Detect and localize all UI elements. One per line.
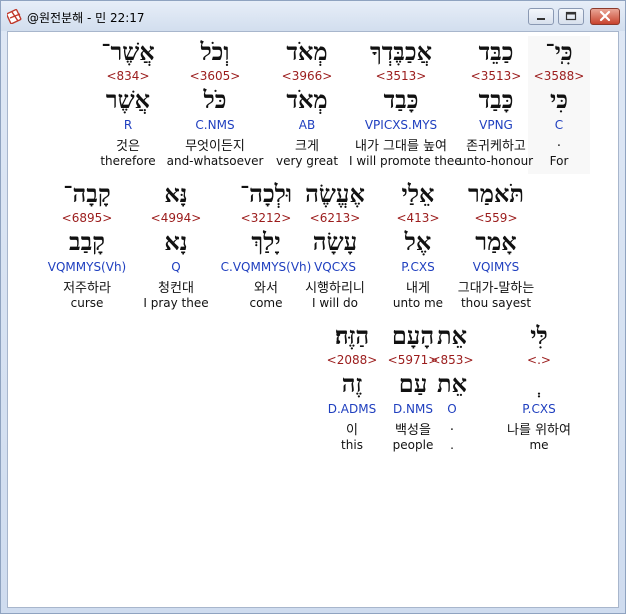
morphology-code: C.VQMMYS(Vh) xyxy=(220,260,312,274)
hebrew-word: קָבָה־ xyxy=(63,179,111,208)
korean-gloss: 백성을 xyxy=(395,423,431,438)
english-gloss: therefore xyxy=(100,154,156,168)
hebrew-lexeme: נָא xyxy=(164,227,188,256)
word-block[interactable]: אֲכַבֶּדְךָ <3513> כָּבַד VPICXS.MYS 내가 그대를 … xyxy=(349,36,462,174)
hebrew-word: לִּי xyxy=(530,321,548,350)
korean-gloss: 존귀케하고 xyxy=(466,139,526,154)
strong-number: <3513> xyxy=(470,69,522,83)
english-gloss: me xyxy=(529,438,549,452)
minimize-icon xyxy=(537,18,545,20)
strong-number: <3212> xyxy=(240,211,292,225)
word-block[interactable]: וּלְכָה־ <3212> יָלַךְ C.VQMMYS(Vh) 와서 come xyxy=(214,178,318,316)
word-block[interactable]: הָעָם <5971> עַם D.NMS 백성을 people xyxy=(383,320,443,458)
hebrew-word: אֲכַבֶּדְךָ xyxy=(369,37,433,66)
english-gloss: come xyxy=(249,296,283,310)
minimize-button[interactable] xyxy=(528,8,554,25)
hebrew-word: הַזֶּה׃ xyxy=(334,321,370,350)
morphology-code: AB xyxy=(298,118,316,132)
word-block[interactable]: אֲשֶׁר־ <834> אֲשֶׁר R 것은 therefore xyxy=(76,36,180,174)
window-title: @원전분해 - 민 22:17 xyxy=(27,11,145,25)
hebrew-word: וּלְכָה־ xyxy=(239,179,293,208)
strong-number: <834> xyxy=(106,69,150,83)
hebrew-word: הָעָם xyxy=(391,321,435,350)
korean-gloss: 저주하라 xyxy=(63,281,111,296)
hebrew-lexeme: אֲשֶׁר xyxy=(105,85,151,114)
morphology-code: VPICXS.MYS xyxy=(364,118,438,132)
maximize-button[interactable] xyxy=(558,8,584,25)
english-gloss: I will promote thee xyxy=(349,154,462,168)
hebrew-word: מְאֹד xyxy=(286,37,328,66)
english-gloss: people xyxy=(392,438,434,452)
morphology-code: VQMMYS(Vh) xyxy=(47,260,127,274)
parse-view[interactable]: כִּֽי־ <3588> כִּי C. For כַבֵּד <3513> כָּבַד V… xyxy=(7,31,619,608)
strong-number: <3966> xyxy=(281,69,333,83)
morphology-code: D.NMS xyxy=(392,402,433,416)
strong-number: <3513> xyxy=(375,69,427,83)
book-cross-icon[interactable] xyxy=(6,8,23,25)
hebrew-lexeme: ְ xyxy=(494,370,584,398)
korean-gloss: 청컨대 xyxy=(158,281,194,296)
strong-number: <2088> xyxy=(326,353,378,367)
english-gloss: this xyxy=(341,438,363,452)
morphology-code: D.ADMS xyxy=(327,402,377,416)
hebrew-lexeme: מְאֹד xyxy=(286,85,328,114)
word-block[interactable]: נָּא <4994> נָא Q 청컨대 I pray thee xyxy=(124,178,228,316)
strong-number: <6895> xyxy=(61,211,113,225)
korean-gloss: 와서 xyxy=(254,281,278,296)
morphology-code: R xyxy=(123,118,133,132)
title-bar[interactable]: @원전분해 - 민 22:17 xyxy=(1,1,625,31)
english-gloss: I pray thee xyxy=(143,296,209,310)
korean-gloss: 이 xyxy=(346,423,358,438)
korean-gloss: 것은 xyxy=(116,139,140,154)
morphology-code: VPNG xyxy=(479,118,513,132)
hebrew-lexeme: זֶה xyxy=(341,369,363,398)
strong-number: <5971> xyxy=(387,353,439,367)
maximize-icon xyxy=(565,11,577,21)
korean-gloss: 크게 xyxy=(295,139,319,154)
english-gloss: curse xyxy=(70,296,104,310)
korean-gloss: 내가 그대를 높여 xyxy=(355,139,447,154)
close-icon xyxy=(599,10,611,22)
app-window: @원전분해 - 민 22:17 כִּֽי־ <3588> כִּי C. For כַב… xyxy=(0,0,626,614)
english-gloss: very great xyxy=(275,154,339,168)
word-block[interactable]: הַזֶּה׃ <2088> זֶה D.ADMS 이 this xyxy=(320,320,384,458)
strong-number: <.> xyxy=(527,353,551,367)
morphology-code: Q xyxy=(171,260,181,274)
hebrew-word: אֲשֶׁר־ xyxy=(101,37,155,66)
hebrew-lexeme: עַם xyxy=(398,369,428,398)
hebrew-word: נָּא xyxy=(164,179,188,208)
word-block[interactable]: קָבָה־ <6895> קָבַב VQMMYS(Vh) 저주하라 curse xyxy=(35,178,139,316)
hebrew-lexeme: כָּבַד xyxy=(478,85,514,114)
korean-gloss: 나를 위하여 xyxy=(507,423,571,438)
strong-number: <4994> xyxy=(150,211,202,225)
word-block[interactable]: לִּי <.>ְ P.CXS 나를 위하여me xyxy=(494,320,584,458)
hebrew-word: כַבֵּד xyxy=(478,37,514,66)
word-block[interactable]: מְאֹד <3966> מְאֹד AB 크게 very great xyxy=(255,36,359,174)
hebrew-lexeme: כָּבַד xyxy=(383,85,419,114)
hebrew-lexeme: יָלַךְ xyxy=(251,227,281,256)
morphology-code: P.CXS xyxy=(522,402,556,416)
hebrew-lexeme: קָבַב xyxy=(69,227,105,256)
close-button[interactable] xyxy=(590,8,620,25)
